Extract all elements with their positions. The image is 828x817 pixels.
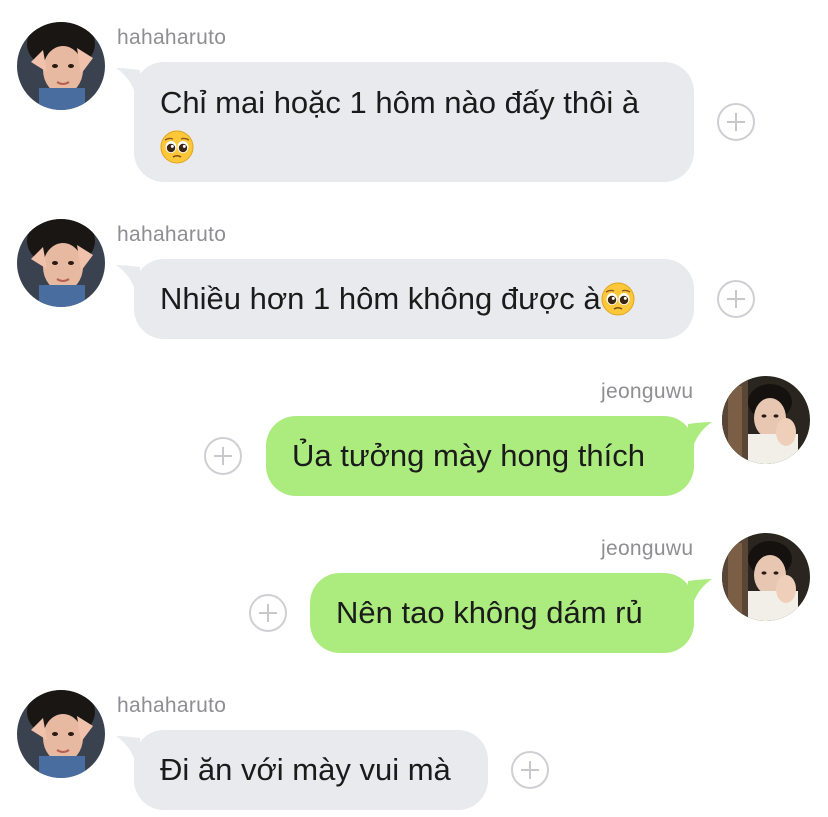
message-text: Đi ăn với mày vui mà: [160, 752, 451, 787]
avatar-icon[interactable]: [17, 22, 105, 110]
add-reaction-icon[interactable]: [511, 751, 549, 789]
avatar-jeonguwu-icon: [722, 376, 810, 464]
message-row: hahaharuto Đi ăn với mày vui mà: [0, 670, 828, 817]
message-bubble[interactable]: Đi ăn với mày vui mà: [134, 730, 488, 810]
message-row: jeonguwu Nên tao không dám rủ: [0, 522, 828, 662]
message-row: hahaharuto Chỉ mai hoặc 1 hôm nào đấy th…: [0, 0, 828, 190]
avatar-hahaharuto-icon: [17, 690, 105, 778]
sender-name: hahaharuto: [117, 223, 227, 246]
sender-name: jeonguwu: [601, 537, 694, 560]
sender-name: hahaharuto: [117, 26, 227, 49]
avatar-hahaharuto-icon: [17, 22, 105, 110]
avatar-icon[interactable]: [17, 690, 105, 778]
message-text: Chỉ mai hoặc 1 hôm nào đấy thôi à: [160, 82, 639, 166]
sender-name: jeonguwu: [601, 380, 694, 403]
message-bubble[interactable]: Chỉ mai hoặc 1 hôm nào đấy thôi à: [134, 62, 694, 182]
pleading-face-emoji-icon: [160, 130, 194, 164]
avatar-hahaharuto-icon: [17, 219, 105, 307]
message-text-line: Chỉ mai hoặc 1 hôm nào đấy thôi à: [160, 85, 640, 120]
message-text: Ủa tưởng mày hong thích: [292, 438, 645, 473]
add-reaction-icon[interactable]: [249, 594, 287, 632]
message-row: hahaharuto Nhiều hơn 1 hôm không được à: [0, 200, 828, 350]
sender-name: hahaharuto: [117, 694, 227, 717]
add-reaction-icon[interactable]: [204, 437, 242, 475]
pleading-face-emoji-icon: [601, 282, 635, 316]
avatar-icon[interactable]: [722, 533, 810, 621]
message-row: jeonguwu Ủa tưởng mày hong thích: [0, 365, 828, 505]
message-text: Nên tao không dám rủ: [336, 595, 643, 630]
add-reaction-icon[interactable]: [717, 103, 755, 141]
add-reaction-icon[interactable]: [717, 280, 755, 318]
avatar-jeonguwu-icon: [722, 533, 810, 621]
message-text: Nhiều hơn 1 hôm không được à: [160, 281, 601, 316]
message-bubble[interactable]: Nhiều hơn 1 hôm không được à: [134, 259, 694, 339]
avatar-icon[interactable]: [722, 376, 810, 464]
message-bubble[interactable]: Nên tao không dám rủ: [310, 573, 694, 653]
avatar-icon[interactable]: [17, 219, 105, 307]
message-bubble[interactable]: Ủa tưởng mày hong thích: [266, 416, 694, 496]
